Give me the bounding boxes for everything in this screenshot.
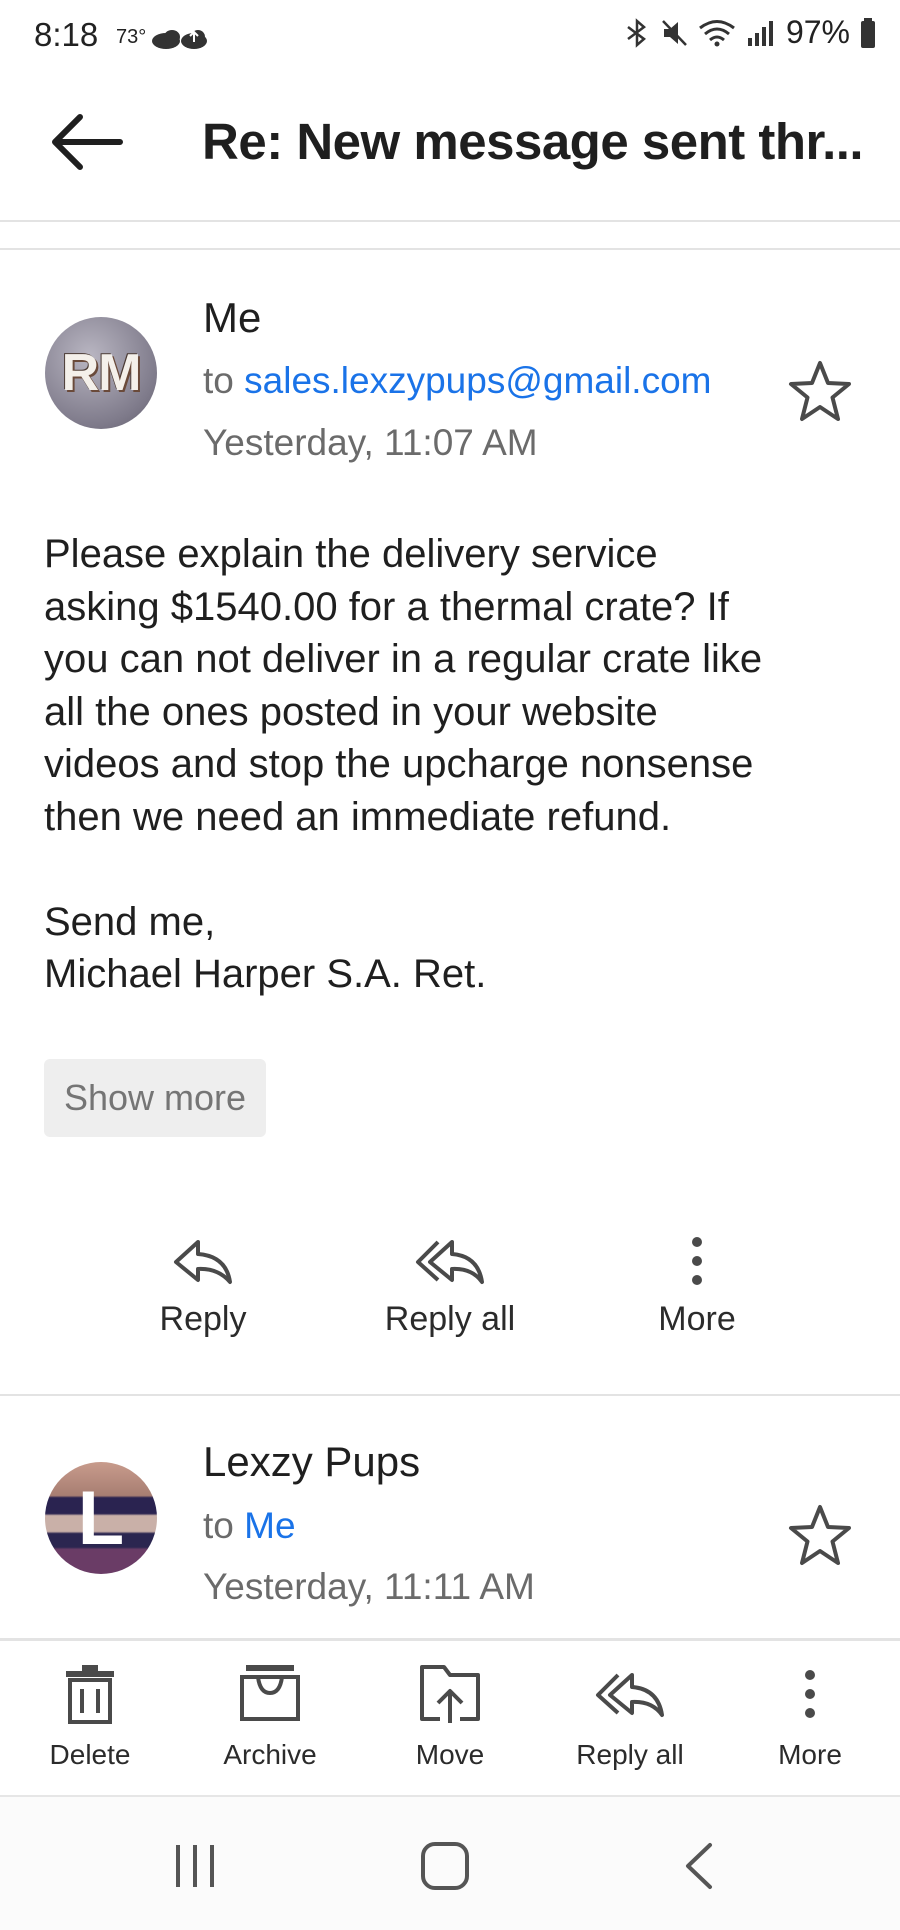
more-label: More — [778, 1739, 842, 1770]
star-icon[interactable] — [787, 1503, 853, 1567]
back-nav-icon[interactable] — [678, 1841, 718, 1891]
star-icon[interactable] — [787, 359, 853, 423]
status-icons: 97% — [624, 14, 876, 51]
toolbar-more-button[interactable]: More — [730, 1663, 890, 1771]
header-divider — [0, 220, 900, 222]
archive-icon — [240, 1665, 300, 1721]
reply-button[interactable]: Reply — [103, 1236, 303, 1339]
thread-divider — [0, 248, 900, 250]
toolbar-reply-all-button[interactable]: Reply all — [550, 1663, 710, 1771]
reply-all-label: Reply all — [576, 1739, 684, 1770]
sender-name: Lexzy Pups — [203, 1438, 421, 1485]
recents-icon[interactable] — [170, 1843, 220, 1889]
more-vert-icon — [692, 1237, 702, 1285]
sender-name: Me — [203, 294, 262, 341]
reply-all-icon — [416, 1240, 484, 1284]
move-folder-icon — [420, 1665, 480, 1723]
back-arrow-icon[interactable] — [50, 112, 124, 172]
reply-label: Reply — [159, 1300, 247, 1338]
move-button[interactable]: Move — [370, 1663, 530, 1771]
cloud-icon — [152, 30, 207, 49]
move-label: Move — [415, 1739, 485, 1770]
reply-all-label: Reply all — [384, 1300, 516, 1338]
battery-percent: 97% — [785, 14, 850, 50]
more-button[interactable]: More — [597, 1236, 797, 1339]
to-prefix: to — [203, 1505, 234, 1546]
reply-all-icon — [596, 1673, 664, 1717]
more-label: More — [658, 1300, 736, 1338]
trash-icon — [66, 1665, 114, 1724]
avatar-initials: RM — [61, 344, 142, 402]
message-divider — [0, 1394, 900, 1396]
battery-icon — [861, 17, 875, 48]
to-prefix: to — [203, 360, 234, 401]
status-temperature: 73° — [116, 26, 147, 48]
message-timestamp: Yesterday, 11:07 AM — [203, 422, 538, 463]
bluetooth-icon — [627, 17, 646, 48]
recipient-email-link[interactable]: sales.lexzypups@gmail.com — [244, 360, 711, 401]
delete-button[interactable]: Delete — [10, 1663, 170, 1771]
reply-icon — [174, 1240, 232, 1284]
home-icon[interactable] — [420, 1841, 470, 1891]
toolbar-divider — [0, 1638, 900, 1641]
sender-avatar[interactable]: RM — [45, 317, 157, 429]
nav-divider — [0, 1795, 900, 1797]
message-body: Please explain the delivery service aski… — [44, 532, 763, 996]
reply-all-button[interactable]: Reply all — [350, 1236, 550, 1339]
sender-avatar[interactable]: L — [45, 1462, 157, 1574]
message-timestamp: Yesterday, 11:11 AM — [203, 1566, 535, 1607]
recipient-link[interactable]: Me — [244, 1505, 295, 1546]
delete-label: Delete — [49, 1739, 131, 1770]
more-vert-icon — [805, 1670, 815, 1718]
archive-button[interactable]: Archive — [190, 1663, 350, 1771]
avatar-initials: L — [77, 1475, 125, 1561]
system-nav-bar — [0, 1795, 900, 1930]
wifi-icon — [699, 19, 735, 46]
recipient-line: to sales.lexzypups@gmail.com — [203, 360, 711, 402]
signal-icon — [747, 20, 773, 46]
recipient-line: to Me — [203, 1505, 296, 1547]
archive-label: Archive — [223, 1739, 317, 1770]
page-title: Re: New message sent thr... — [202, 113, 864, 170]
show-more-button[interactable]: Show more — [44, 1059, 266, 1137]
status-time: 8:18 — [34, 16, 99, 53]
mute-icon — [662, 19, 687, 46]
